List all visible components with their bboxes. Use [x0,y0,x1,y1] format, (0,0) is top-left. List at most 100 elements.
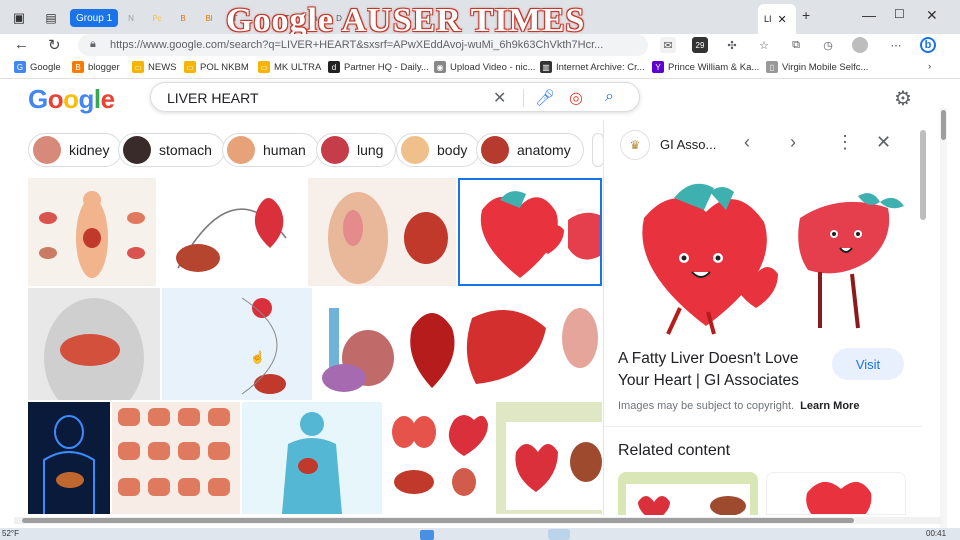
google-logo[interactable]: Google [28,84,115,115]
result-image-digestive-partial[interactable] [550,288,602,400]
bookmarks-overflow-icon[interactable]: › [928,61,931,72]
logo-letter: e [100,84,115,114]
related-search-chip[interactable]: human [222,133,319,167]
result-image-meridians-organs[interactable] [242,402,382,514]
chip-thumbnail [227,136,255,164]
search-icon[interactable]: ⌕ [605,88,614,106]
start-icon[interactable] [420,530,434,540]
logo-letter: G [28,84,48,114]
taskbar-app-icon[interactable] [548,529,570,540]
bookmark-label: POL NKBM [200,61,249,73]
previous-image-icon[interactable]: ‹ [744,132,750,153]
horizontal-scroll-thumb[interactable] [22,518,854,523]
maximize-icon[interactable]: ☐ [894,7,905,21]
lens-search-icon[interactable]: ◎ [569,88,583,108]
browser-tab[interactable]: N [120,7,142,29]
back-arrow-icon[interactable]: ← [14,36,29,53]
result-image-liver-in-body[interactable] [28,288,160,400]
related-search-chip[interactable]: anatomy [476,133,584,167]
bookmark-item[interactable]: ▭ MK ULTRA [258,61,321,73]
page-scroll-thumb[interactable] [941,110,946,140]
result-image-xray-body-liver[interactable] [28,402,110,514]
related-search-chip[interactable]: kidney [28,133,123,167]
bookmark-item[interactable]: ▭ POL NKBM [184,61,249,73]
preview-image[interactable] [614,178,910,338]
visit-button[interactable]: Visit [832,348,904,380]
result-image-realistic-heart-liver[interactable] [402,288,548,400]
search-input[interactable]: LIVER HEART [167,90,259,106]
horizontal-scrollbar[interactable] [14,517,942,524]
extension-badge-1[interactable]: 29 [692,37,708,53]
related-search-chip[interactable]: body [396,133,481,167]
tab-group-chip[interactable]: Group 1 [70,9,119,27]
bookmark-item[interactable]: G Google [14,61,61,73]
result-image-heart-vessels[interactable] [314,288,402,400]
close-tab-icon[interactable]: ✕ [778,13,787,26]
url-text: https://www.google.com/search?q=LIVER+HE… [110,39,604,51]
profile-avatar[interactable] [852,37,868,53]
result-image-human-organs[interactable] [28,178,156,286]
logo-letter: o [47,84,64,114]
bookmark-item[interactable]: Y Prince William & Ka... [652,61,759,73]
copilot-icon[interactable]: b [920,37,936,53]
bookmark-icon: G [14,61,26,73]
browser-tab[interactable]: B [172,7,194,29]
bookmark-icon: d [328,61,340,73]
chip-thumbnail [321,136,349,164]
related-image-1[interactable] [618,472,758,515]
more-options-icon[interactable]: ⋮ [836,132,854,153]
browser-tab-label: Bl [205,13,213,23]
related-search-chip[interactable]: stomach [118,133,225,167]
active-tab[interactable]: LI ✕ [758,4,796,34]
related-search-chip[interactable]: lung [316,133,397,167]
clear-search-icon[interactable]: ✕ [493,88,506,108]
settings-gear-icon[interactable]: ⚙ [894,86,912,111]
address-bar[interactable]: 🔒︎ https://www.google.com/search?q=LIVER… [78,34,648,56]
close-window-icon[interactable]: ✕ [926,7,938,24]
browser-tab-label: Pc [152,13,162,23]
workspaces-icon[interactable]: ▤ [40,7,62,29]
favorites-icon[interactable]: ☆ [756,37,772,53]
tab-actions-icon[interactable]: ▣ [8,7,30,29]
voice-search-icon[interactable]: 🎤︎ [535,88,555,108]
bookmark-label: Virgin Mobile Selfc... [782,61,869,73]
bookmark-item[interactable]: ▭ NEWS [132,61,177,73]
new-tab-icon[interactable]: + [802,7,810,23]
search-box[interactable]: LIVER HEART ✕ 🎤︎ ◎ ⌕ [150,82,640,112]
page-vertical-scrollbar[interactable] [940,108,947,528]
reload-icon[interactable]: ↻ [48,36,61,54]
weather-text[interactable]: 52°F [2,529,19,538]
clock-text[interactable]: 00:41 [926,529,946,538]
browser-tab[interactable]: Bl [198,7,220,29]
more-icon[interactable]: ⋯ [888,37,904,53]
bookmark-item[interactable]: ◉ Upload Video - nic... [434,61,535,73]
panel-result-title[interactable]: A Fatty Liver Doesn't Love Your Heart | … [618,348,799,392]
browser-tab[interactable]: Pc [146,7,168,29]
result-image-organ-icons[interactable] [384,402,494,514]
collections-icon[interactable]: ⧉ [788,37,804,53]
bookmark-item[interactable]: d Partner HQ - Daily... [328,61,429,73]
bookmark-item[interactable]: Bblogger [72,61,120,73]
related-image-2[interactable] [766,472,906,515]
result-image-heart-liver-arrows[interactable] [496,402,602,514]
extensions-icon[interactable]: ✣ [724,37,740,53]
bookmark-label: Upload Video - nic... [450,61,536,73]
learn-more-link[interactable]: Learn More [800,400,859,412]
panel-source-name[interactable]: GI Asso... [660,137,716,152]
bookmark-item[interactable]: ▯ Virgin Mobile Selfc... [766,61,868,73]
bookmark-icon: ◉ [434,61,446,73]
result-image-cartoon-heart-liver-selected[interactable] [458,178,602,286]
history-icon[interactable]: ◷ [820,37,836,53]
result-image-cardiomyopathy[interactable] [308,178,456,286]
panel-scroll-thumb[interactable] [920,130,926,220]
close-panel-icon[interactable]: ✕ [876,132,891,153]
result-image-liver-heart-cycle[interactable] [158,178,306,286]
extension-icon-1[interactable]: ✉ [660,37,676,53]
result-image-liver-dysfunction[interactable]: ☝ [162,288,312,400]
image-preview-panel: ♛ GI Asso... ‹ › ⋮ ✕ A Fatty Liver Doesn… [603,120,922,515]
next-image-icon[interactable]: › [790,132,796,153]
minimize-icon[interactable]: — [862,7,876,23]
result-image-organ-chart[interactable] [112,402,240,514]
bookmark-item[interactable]: ▥ Internet Archive: Cr... [540,61,645,73]
lock-icon[interactable]: 🔒︎ [90,38,96,51]
